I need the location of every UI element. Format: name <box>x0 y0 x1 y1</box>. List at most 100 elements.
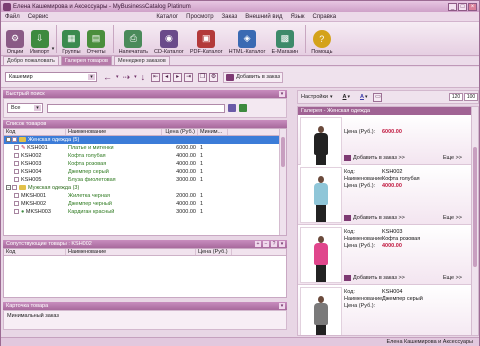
chevron-down-icon[interactable]: ▾ <box>347 94 350 100</box>
e-shop-button[interactable]: ▩ E-Магазин <box>269 23 300 55</box>
tab-orders[interactable]: Менеджер заказов <box>113 56 170 65</box>
menu-service[interactable]: Сервис <box>24 14 53 20</box>
table-row[interactable]: KSH005 Блуза фиолетовая 3000.00 1 <box>4 176 286 184</box>
column-name[interactable]: Наименование <box>66 249 196 255</box>
checkbox[interactable] <box>14 153 19 159</box>
more-link[interactable]: Еще >> <box>443 155 462 161</box>
back-arrow-icon[interactable]: ← <box>103 72 112 82</box>
first-item-icon[interactable]: ⇤ <box>151 72 161 82</box>
column-price[interactable]: Цена (Руб.) <box>162 129 198 135</box>
filter-icon[interactable] <box>239 104 247 112</box>
chevron-down-icon[interactable]: ▾ <box>52 46 55 52</box>
reports-button[interactable]: ▤ Отчеты <box>85 23 108 55</box>
copy-icon[interactable]: ❐ <box>198 72 208 82</box>
gallery-item[interactable]: Код: KSH004 Наименование: Джемпер серый Це… <box>298 285 478 335</box>
table-row[interactable]: ✎ KSH001 Платье и митенки 6000.00 1 <box>4 144 286 152</box>
prev-item-icon[interactable]: ◂ <box>162 72 172 82</box>
remove-icon[interactable]: − <box>263 241 269 247</box>
checkbox[interactable] <box>14 193 19 199</box>
close-button[interactable]: × <box>468 2 477 11</box>
column-code[interactable]: Код <box>4 129 66 135</box>
tab-gallery[interactable]: Галерея товаров <box>60 56 112 65</box>
gallery-item[interactable]: Код: KSH002 Наименование: Кофта голубая Це… <box>298 165 478 225</box>
import-button[interactable]: ⇩ Импорт ▾ <box>28 23 54 55</box>
menu-language[interactable]: Язык <box>286 14 308 20</box>
chevron-down-icon[interactable]: ▾ <box>365 94 368 100</box>
font-color-icon[interactable]: A <box>342 94 346 100</box>
table-row[interactable]: MKSH001 Жилетка черная 2000.00 1 <box>4 192 286 200</box>
checkbox[interactable] <box>14 161 19 167</box>
down-arrow-icon[interactable]: ↓ <box>141 72 146 82</box>
checkbox[interactable] <box>12 137 17 143</box>
add-to-order-button[interactable]: Добавить в заказ >> <box>344 275 405 281</box>
menu-file[interactable]: Файл <box>1 14 24 20</box>
checkbox[interactable] <box>14 201 19 207</box>
chevron-down-icon[interactable]: ▾ <box>134 74 137 80</box>
menu-help[interactable]: Справка <box>309 14 341 20</box>
table-row[interactable]: ● MKSH003 Кардиган красный 3000.00 1 <box>4 208 286 216</box>
help-icon[interactable]: ? <box>271 241 277 247</box>
scrollbar-thumb[interactable] <box>281 137 285 167</box>
scrollbar[interactable] <box>279 129 286 235</box>
add-icon[interactable]: + <box>255 241 261 247</box>
tab-welcome[interactable]: Добро пожаловать <box>3 56 59 65</box>
options-button[interactable]: ⚙ Опции <box>4 23 26 55</box>
filter-select[interactable]: Все ▾ <box>7 103 43 113</box>
add-to-order-button[interactable]: Добавить в заказ >> <box>344 155 405 161</box>
minimize-button[interactable]: _ <box>448 2 457 11</box>
checkbox[interactable] <box>14 209 19 215</box>
column-name[interactable]: Наименование <box>66 129 162 135</box>
checkbox[interactable] <box>14 169 19 175</box>
help-button[interactable]: ? Помощь <box>309 23 334 55</box>
chevron-down-icon[interactable]: ▾ <box>330 94 333 100</box>
pin-icon[interactable]: ▾ <box>279 303 285 309</box>
table-row[interactable]: MKSH002 Джемпер черный 4000.00 1 <box>4 200 286 208</box>
table-row[interactable]: KSH002 Кофта голубая 4000.00 1 <box>4 152 286 160</box>
zoom-height-input[interactable]: 100 <box>464 93 478 101</box>
menu-catalog[interactable]: Каталог <box>152 14 182 20</box>
forward-arrow-icon[interactable]: ⇢ <box>123 72 131 83</box>
menu-order[interactable]: Заказ <box>218 14 242 20</box>
settings-icon[interactable]: ⚙ <box>209 72 219 82</box>
maximize-button[interactable]: □ <box>458 2 467 11</box>
scrollbar-thumb[interactable] <box>473 147 477 267</box>
settings-menu[interactable]: Настройки <box>301 94 328 100</box>
column-code[interactable]: Код <box>4 249 66 255</box>
html-catalog-button[interactable]: ◈ HTML-Каталог <box>227 23 268 55</box>
gallery-item[interactable]: Код: KSH003 Наименование: Кофта розовая Це… <box>298 225 478 285</box>
zoom-width-input[interactable]: 120 <box>449 93 463 101</box>
add-to-order-button[interactable]: Добавить в заказ <box>223 71 283 83</box>
checkbox[interactable] <box>14 177 19 183</box>
image-size-icon[interactable]: ▭ <box>373 92 383 102</box>
table-row[interactable]: KSH004 Джемпер серый 4000.00 1 <box>4 168 286 176</box>
pdf-catalog-button[interactable]: ▣ PDF-Каталог <box>188 23 225 55</box>
group-row-women[interactable]: − Женская одежда (5) <box>4 136 286 144</box>
table-row[interactable]: KSH003 Кофта розовая 4000.00 1 <box>4 160 286 168</box>
next-item-icon[interactable]: ▸ <box>173 72 183 82</box>
last-item-icon[interactable]: ⇥ <box>184 72 194 82</box>
collapse-icon[interactable]: − <box>6 185 11 191</box>
background-color-icon[interactable]: A <box>360 94 364 100</box>
groups-button[interactable]: ▦ Группы <box>60 23 82 55</box>
menu-appearance[interactable]: Внешний вид <box>241 14 286 20</box>
pin-icon[interactable]: ▾ <box>279 91 285 97</box>
checkbox[interactable] <box>14 145 19 151</box>
scrollbar[interactable] <box>471 107 478 335</box>
menu-view[interactable]: Просмотр <box>182 14 217 20</box>
more-link[interactable]: Еще >> <box>443 215 462 221</box>
more-link[interactable]: Еще >> <box>443 275 462 281</box>
add-to-order-button[interactable]: Добавить в заказ >> <box>344 215 405 221</box>
column-min[interactable]: Миним... <box>198 129 228 135</box>
search-input[interactable] <box>47 103 225 113</box>
catalog-select[interactable]: Кашемир ▾ <box>5 72 97 82</box>
cd-catalog-button[interactable]: ◉ CD-Каталог <box>152 23 186 55</box>
collapse-icon[interactable]: − <box>6 137 11 143</box>
chevron-down-icon[interactable]: ▾ <box>116 74 119 80</box>
gallery-item[interactable]: Цена (Руб.): 6000.00 Добавить в заказ >> … <box>298 115 478 173</box>
group-row-men[interactable]: − Мужская одежда (3) <box>4 184 286 192</box>
search-icon[interactable] <box>228 104 236 112</box>
column-price[interactable]: Цена (Руб.) <box>196 249 232 255</box>
pin-icon[interactable]: ▾ <box>279 241 285 247</box>
checkbox[interactable] <box>12 185 17 191</box>
print-button[interactable]: ⎙ Напечатать <box>117 23 150 55</box>
